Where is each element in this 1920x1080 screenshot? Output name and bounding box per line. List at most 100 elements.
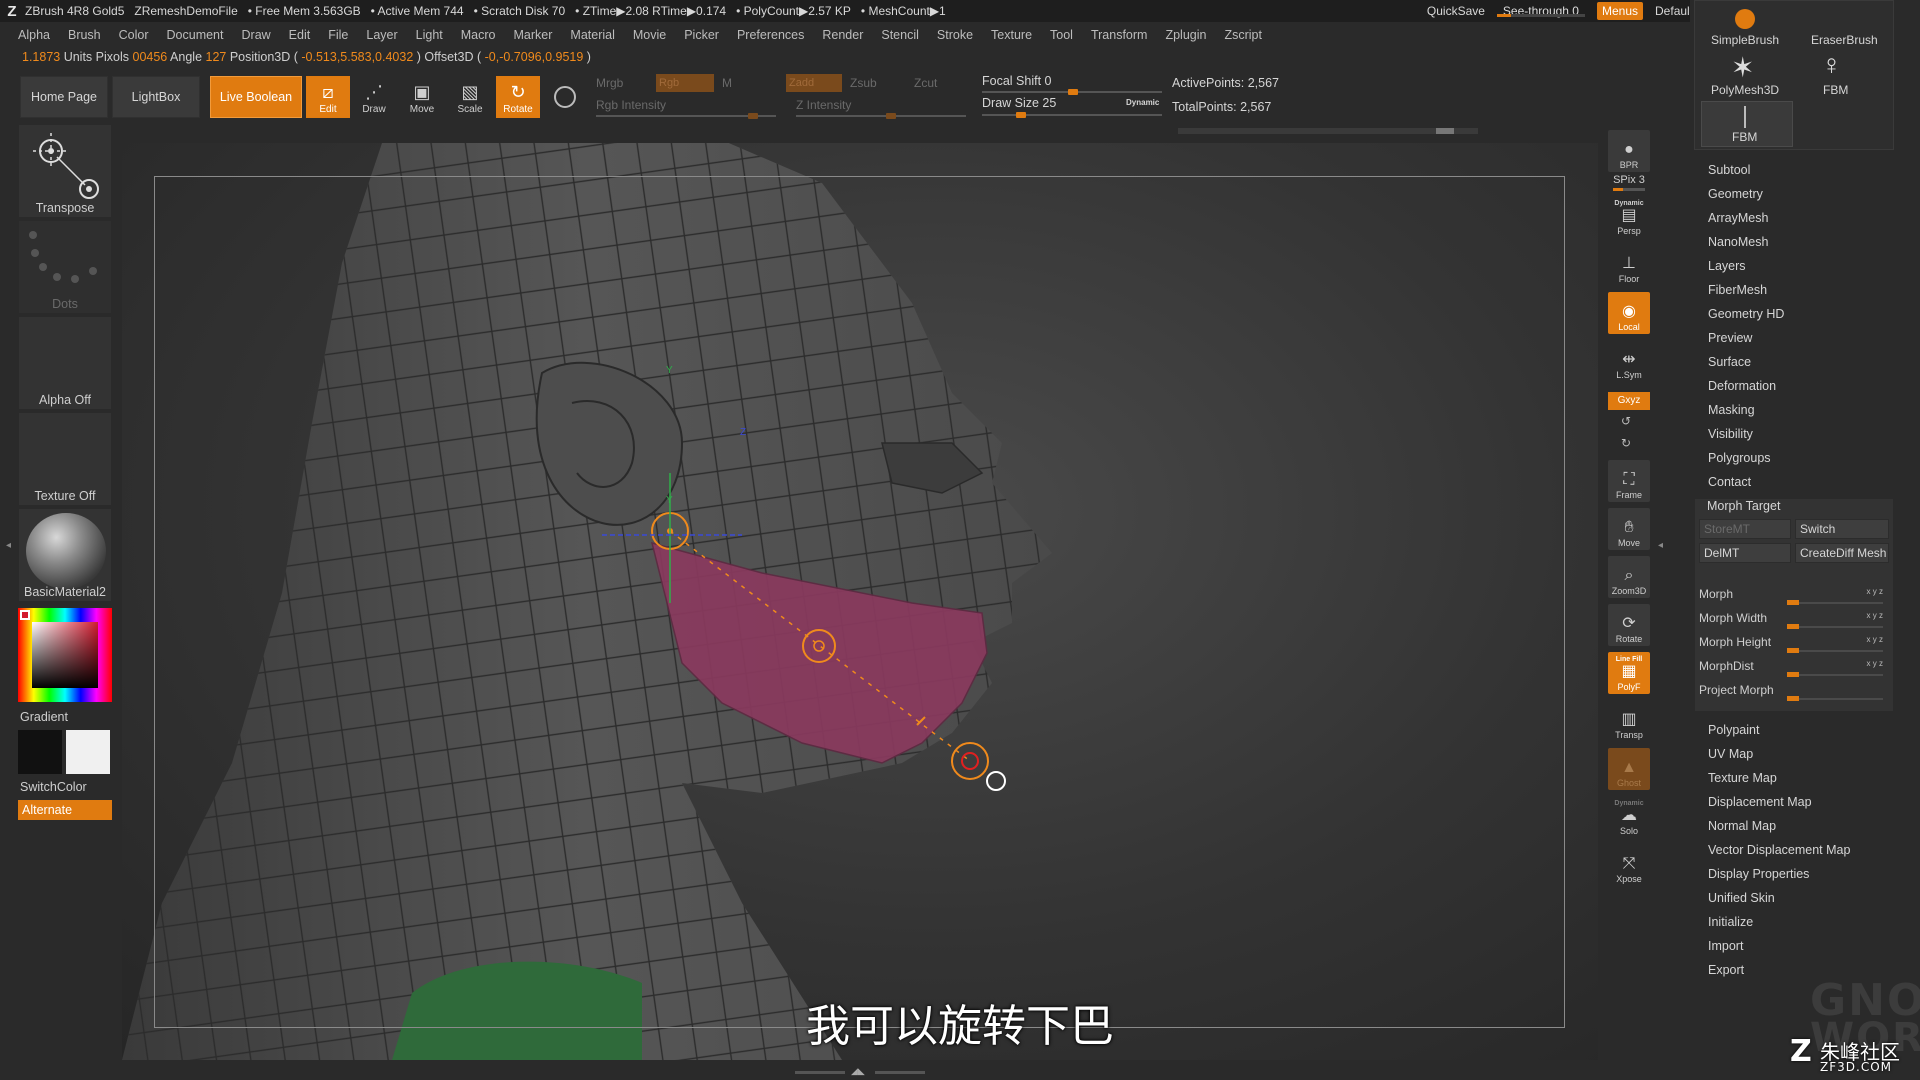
zcut-button[interactable]: Zcut [914,76,937,90]
sphere-tool-icon[interactable] [554,86,576,108]
morph-height-slider[interactable]: Morph Height x y z [1699,635,1889,655]
geometry-section[interactable]: Geometry [1708,187,1763,201]
floor-button[interactable]: ⊥ Floor [1608,244,1650,286]
morph-slider[interactable]: Morph x y z [1699,587,1889,607]
menu-macro[interactable]: Macro [461,28,496,42]
export-section[interactable]: Export [1708,963,1744,977]
alternate-button[interactable]: Alternate [18,800,112,820]
menu-zplugin[interactable]: Zplugin [1165,28,1206,42]
toolbar-scrollbar[interactable] [1178,128,1478,134]
menu-draw[interactable]: Draw [242,28,271,42]
menu-render[interactable]: Render [822,28,863,42]
project-morph-slider[interactable]: Project Morph [1699,683,1889,703]
nanomesh-section[interactable]: NanoMesh [1708,235,1768,249]
menu-light[interactable]: Light [416,28,443,42]
arraymesh-section[interactable]: ArrayMesh [1708,211,1768,225]
see-through-slider[interactable]: See-through 0 [1496,4,1585,18]
storemt-button[interactable]: StoreMT [1699,519,1791,539]
polyf-button[interactable]: Line Fill ▦ PolyF [1608,652,1650,694]
rotate-view-button[interactable]: ⟳ Rotate [1608,604,1650,646]
menu-transform[interactable]: Transform [1091,28,1148,42]
creatediff-mesh-button[interactable]: CreateDiff Mesh [1795,543,1889,563]
scale-button[interactable]: ▧ Scale [448,76,492,118]
rotate-button[interactable]: ↻ Rotate [496,76,540,118]
switch-button[interactable]: Switch [1795,519,1889,539]
lsym-button[interactable]: ⇹ L.Sym [1608,340,1650,382]
switchcolor-button[interactable]: SwitchColor [20,780,87,794]
unified-skin-section[interactable]: Unified Skin [1708,891,1775,905]
import-section[interactable]: Import [1708,939,1743,953]
polygroups-section[interactable]: Polygroups [1708,451,1771,465]
menu-alpha[interactable]: Alpha [18,28,50,42]
mrgb-button[interactable]: Mrgb [596,76,623,90]
menu-stencil[interactable]: Stencil [881,28,919,42]
xpose-button[interactable]: ⤧ Xpose [1608,844,1650,886]
gradient-label[interactable]: Gradient [20,710,68,724]
persp-button[interactable]: Dynamic ▤ Persp [1608,196,1650,238]
fbm-figure-icon[interactable]: ♀ [1821,49,1842,81]
display-properties-section[interactable]: Display Properties [1708,867,1809,881]
texture-button[interactable]: Texture Off [18,412,112,506]
draw-size-slider[interactable] [982,112,1162,118]
z-intensity-slider[interactable] [796,113,966,119]
right-tray-toggle-icon[interactable]: ◂ [1658,540,1663,551]
morphdist-slider[interactable]: MorphDist x y z [1699,659,1889,679]
stroke-dots-button[interactable]: Dots [18,220,112,314]
geometry-hd-section[interactable]: Geometry HD [1708,307,1784,321]
delmt-button[interactable]: DelMT [1699,543,1791,563]
visibility-section[interactable]: Visibility [1708,427,1753,441]
layers-section[interactable]: Layers [1708,259,1746,273]
local-button[interactable]: ◉ Local [1608,292,1650,334]
zsub-button[interactable]: Zsub [850,76,877,90]
masking-section[interactable]: Masking [1708,403,1755,417]
rgb-button[interactable]: Rgb [656,74,714,92]
simplebrush-label[interactable]: SimpleBrush [1711,33,1779,47]
transpose-button[interactable]: Transpose [18,124,112,218]
home-page-button[interactable]: Home Page [20,76,108,118]
normal-map-section[interactable]: Normal Map [1708,819,1776,833]
deformation-section[interactable]: Deformation [1708,379,1776,393]
menu-preferences[interactable]: Preferences [737,28,804,42]
menu-marker[interactable]: Marker [514,28,553,42]
subtool-section[interactable]: Subtool [1708,163,1750,177]
simplebrush-icon[interactable] [1735,9,1755,29]
transp-button[interactable]: ▥ Transp [1608,700,1650,742]
polymesh3d-label[interactable]: PolyMesh3D [1711,83,1779,97]
dynamic-toggle[interactable]: Dynamic [1126,98,1159,107]
move-button[interactable]: ▣ Move [400,76,444,118]
draw-button[interactable]: ⋰ Draw [352,76,396,118]
menu-stroke[interactable]: Stroke [937,28,973,42]
main-color-swatch[interactable] [66,730,110,774]
move-view-button[interactable]: ✋︎ Move [1608,508,1650,550]
xyz-button[interactable]: Gxyz [1608,392,1650,410]
morph-target-section[interactable]: Morph Target [1707,499,1780,513]
color-picker[interactable] [18,608,112,702]
menu-layer[interactable]: Layer [366,28,397,42]
solo-button[interactable]: Dynamic ☁︎ Solo [1608,796,1650,838]
polymesh-star-icon[interactable]: ✶ [1731,51,1754,84]
menu-edit[interactable]: Edit [289,28,311,42]
menu-material[interactable]: Material [570,28,614,42]
bottom-tray-handle[interactable]: ◢◣ [795,1066,925,1076]
zadd-button[interactable]: Zadd [786,74,842,92]
alpha-button[interactable]: Alpha Off [18,316,112,410]
lightbox-button[interactable]: LightBox [112,76,200,118]
texture-map-section[interactable]: Texture Map [1708,771,1777,785]
focal-shift-slider[interactable] [982,89,1162,95]
rotate-z-icon[interactable]: ↻ [1621,436,1631,450]
menu-file[interactable]: File [328,28,348,42]
canvas-viewport[interactable]: Y Y Z [122,143,1598,1060]
preview-section[interactable]: Preview [1708,331,1752,345]
menu-movie[interactable]: Movie [633,28,666,42]
left-tray-toggle-icon[interactable]: ◂ [6,540,12,562]
menu-brush[interactable]: Brush [68,28,101,42]
rgb-intensity-slider[interactable] [596,113,776,119]
morph-width-slider[interactable]: Morph Width x y z [1699,611,1889,631]
fibermesh-section[interactable]: FiberMesh [1708,283,1767,297]
menu-texture[interactable]: Texture [991,28,1032,42]
fbm-subtool-slot[interactable]: FBM [1701,101,1793,147]
bpr-button[interactable]: ● BPR [1608,130,1650,172]
menu-zscript[interactable]: Zscript [1224,28,1262,42]
displacement-map-section[interactable]: Displacement Map [1708,795,1812,809]
spix-slider[interactable]: SPix 3 [1605,174,1653,186]
